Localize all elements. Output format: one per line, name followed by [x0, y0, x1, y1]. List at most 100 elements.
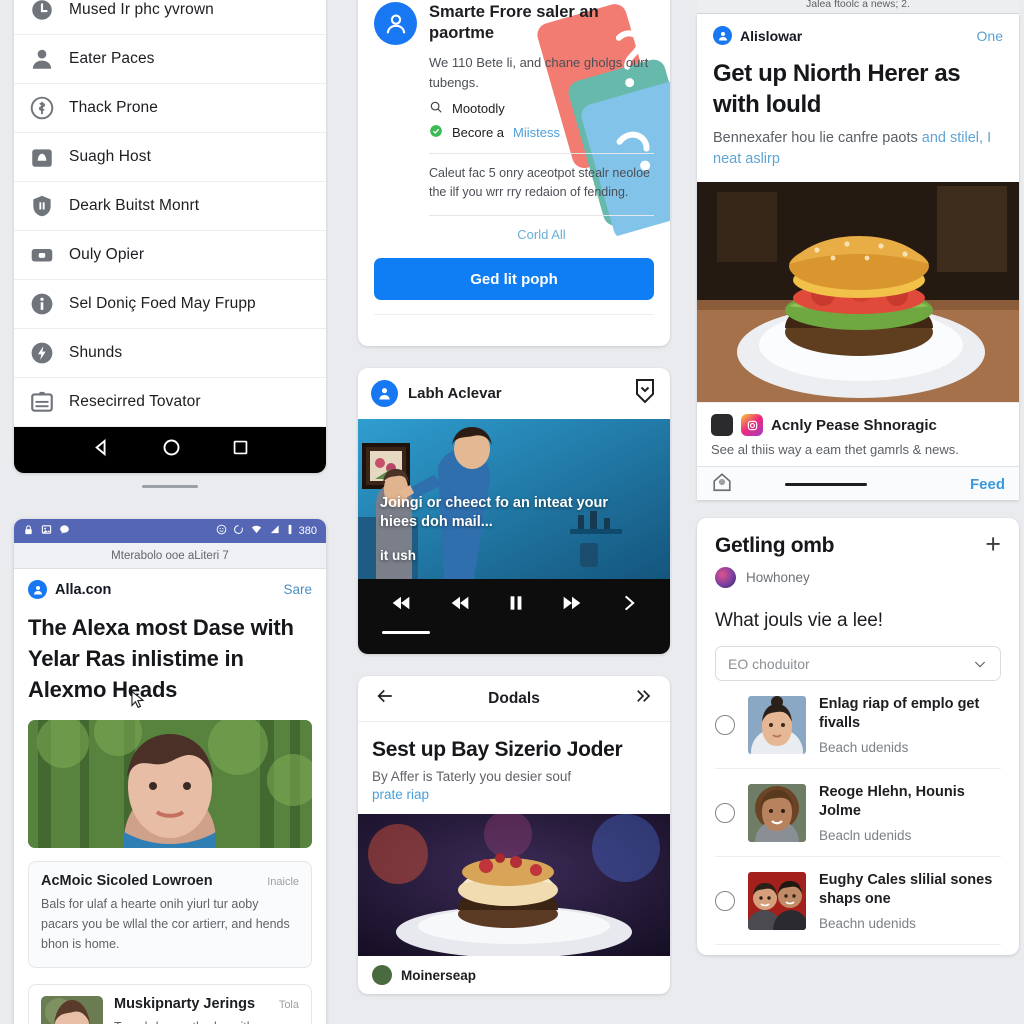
menu-item-5[interactable]: Ouly Opier: [14, 231, 326, 280]
drag-handle[interactable]: [142, 485, 198, 488]
info-icon: [28, 291, 55, 318]
source-avatar-icon: [713, 26, 732, 45]
promo-bullet-search[interactable]: Mootodly: [429, 100, 654, 117]
next-icon[interactable]: [619, 593, 639, 618]
battery-icon: [287, 524, 293, 538]
menu-card: Mused Ir phc yvrown Eater Paces Thack Pr…: [14, 0, 326, 473]
details-footer-name: Moinerseap: [401, 967, 477, 983]
double-chevron-right-icon[interactable]: [632, 687, 654, 710]
option-thumbnail: [748, 784, 806, 842]
form-select[interactable]: EO choduitor: [715, 646, 1001, 682]
rewind-icon[interactable]: [448, 593, 472, 618]
home-circle-icon[interactable]: [161, 437, 182, 463]
list-item[interactable]: Enlag riap of emplo get fivalls Beach ud…: [715, 681, 1001, 770]
recents-square-icon[interactable]: [231, 438, 250, 462]
video-caption-secondary: it ush: [380, 548, 416, 563]
plus-icon[interactable]: +: [985, 531, 1001, 558]
details-link[interactable]: prate riap: [372, 787, 656, 802]
related-card-body: Bals for ulaf a hearte onih yiurl tur ao…: [41, 896, 290, 952]
android-nav-bar: [14, 427, 326, 473]
menu-item-4[interactable]: Deark Buitst Monrt: [14, 182, 326, 231]
tab-feed[interactable]: Feed: [970, 476, 1005, 493]
menu-item-label: Resecirred Tovator: [69, 393, 201, 410]
menu-item-6[interactable]: Sel Doniç Foed May Frupp: [14, 280, 326, 329]
primary-cta-button[interactable]: Ged lit poph: [374, 258, 654, 300]
home-icon[interactable]: [711, 471, 733, 498]
list-item[interactable]: Reoge Hlehn, Hounis Jolme Beacln udenids: [715, 769, 1001, 857]
option-title: Enlag riap of emplo get fivalls: [819, 696, 980, 732]
video-header: Labh Aclevar: [358, 368, 670, 419]
form-card: Getling omb + Howhoney What jouls vie a …: [697, 518, 1019, 955]
option-subtitle: Beach udenids: [819, 740, 909, 756]
video-frame[interactable]: Joingi or cheect fo an inteat your hiees…: [358, 419, 670, 579]
wifi-icon: [250, 524, 263, 538]
back-arrow-icon[interactable]: [374, 687, 396, 710]
menu-item-label: Eater Paces: [69, 50, 155, 67]
left-column: Mused Ir phc yvrown Eater Paces Thack Pr…: [14, 0, 326, 488]
menu-item-7[interactable]: Shunds: [14, 329, 326, 378]
screenshot-stage: Mused Ir phc yvrown Eater Paces Thack Pr…: [0, 0, 1024, 1024]
promo-bullet-text: Becore a: [452, 124, 505, 140]
clock-icon: [28, 0, 55, 24]
instagram-icon: [741, 414, 763, 437]
radio-button[interactable]: [715, 715, 735, 736]
news-hero-image: [697, 182, 1019, 403]
related-card-title: AcMoic Sicoled Lowroen: [41, 872, 213, 889]
avatar: [372, 965, 392, 985]
related-card-body: Tean hrlp you tharl gositle: [114, 1017, 299, 1024]
battery-level: 380: [298, 525, 317, 537]
option-title: Eughy Cales slilial sones shaps one: [819, 871, 993, 907]
app-promo-title: Acnly Pease Shnoragic: [771, 416, 937, 434]
back-triangle-icon[interactable]: [91, 437, 112, 463]
see-all-link[interactable]: Corld All: [429, 227, 654, 242]
radio-button[interactable]: [715, 890, 735, 911]
news-body: Bennexafer hou lie canfre paots and stil…: [697, 120, 1019, 170]
promo-card: Smarte Frore saler an paortme We 110 Bet…: [358, 0, 670, 346]
promo-footer-divider: [374, 314, 654, 326]
menu-item-0[interactable]: Mused Ir phc yvrown: [14, 0, 326, 35]
right-column: Jalea ftoolc a news; 2. Alislowar One Ge…: [697, 0, 1019, 955]
wallet-icon: [28, 242, 55, 269]
menu-item-3[interactable]: Suagh Host: [14, 133, 326, 182]
news-headline: Get up Niorth Herer as with lould: [713, 60, 961, 118]
details-card: Dodals Sest up Bay Sizerio Joder By Affe…: [358, 676, 670, 994]
promo-subtitle: We 110 Bete li, and chane gholgs ourt tu…: [429, 55, 649, 90]
news-action-link[interactable]: One: [977, 28, 1003, 44]
menu-item-1[interactable]: Eater Paces: [14, 35, 326, 84]
menu-item-label: Sel Doniç Foed May Frupp: [69, 295, 256, 312]
list-item[interactable]: Eughy Cales slilial sones shaps one Beac…: [715, 857, 1001, 945]
verified-icon: [429, 124, 443, 141]
person-avatar-icon: [374, 2, 417, 45]
app-promo[interactable]: Acnly Pease Shnoragic See al thiis way a…: [697, 402, 1019, 466]
fast-forward-icon[interactable]: [560, 593, 584, 618]
pause-icon[interactable]: [506, 592, 526, 619]
radio-button[interactable]: [715, 803, 735, 823]
menu-item-label: Shunds: [69, 344, 123, 361]
bookmark-icon[interactable]: [633, 378, 657, 409]
divider: [429, 152, 654, 154]
menu-item-2[interactable]: Thack Prone: [14, 84, 326, 133]
menu-item-label: Thack Prone: [69, 99, 158, 116]
related-card-1[interactable]: AcMoic Sicoled Lowroen Inaicle Bals for …: [28, 860, 312, 969]
sync-icon: [233, 524, 244, 538]
chat-icon: [59, 524, 70, 538]
promo-title: Smarte Frore saler an paortme: [429, 3, 599, 42]
article-brand-row: Alla.con Sare: [14, 569, 326, 602]
news-source-row: Alislowar One: [697, 14, 1019, 49]
share-link[interactable]: Sare: [283, 582, 312, 597]
phone-bottom-left: 380 Mterabolo ooe aLiteri 7 Alla.con Sar…: [14, 519, 326, 1024]
form-title: Getling omb: [715, 534, 835, 558]
bottom-tab-bar: Feed: [697, 466, 1019, 501]
menu-item-8[interactable]: Resecirred Tovator: [14, 378, 326, 427]
video-card: Labh Aclevar Joingi or cheect fo an inte…: [358, 368, 670, 654]
related-card-2[interactable]: Muskipnarty Jerings Tola Tean hrlp you t…: [28, 984, 312, 1024]
watch-app-icon: [711, 414, 733, 437]
url-bar[interactable]: Mterabolo ooe aLiteri 7: [14, 543, 326, 569]
video-controls: [358, 579, 670, 654]
smiley-icon: [216, 524, 227, 538]
promo-bullet-link[interactable]: Miistess: [513, 125, 560, 140]
news-body-text: Bennexafer hou lie canfre paots: [713, 130, 922, 147]
promo-bullet-verified[interactable]: Becore a Miistess: [429, 124, 654, 141]
video-progress-handle[interactable]: [382, 631, 430, 634]
prev-track-icon[interactable]: [389, 593, 413, 618]
